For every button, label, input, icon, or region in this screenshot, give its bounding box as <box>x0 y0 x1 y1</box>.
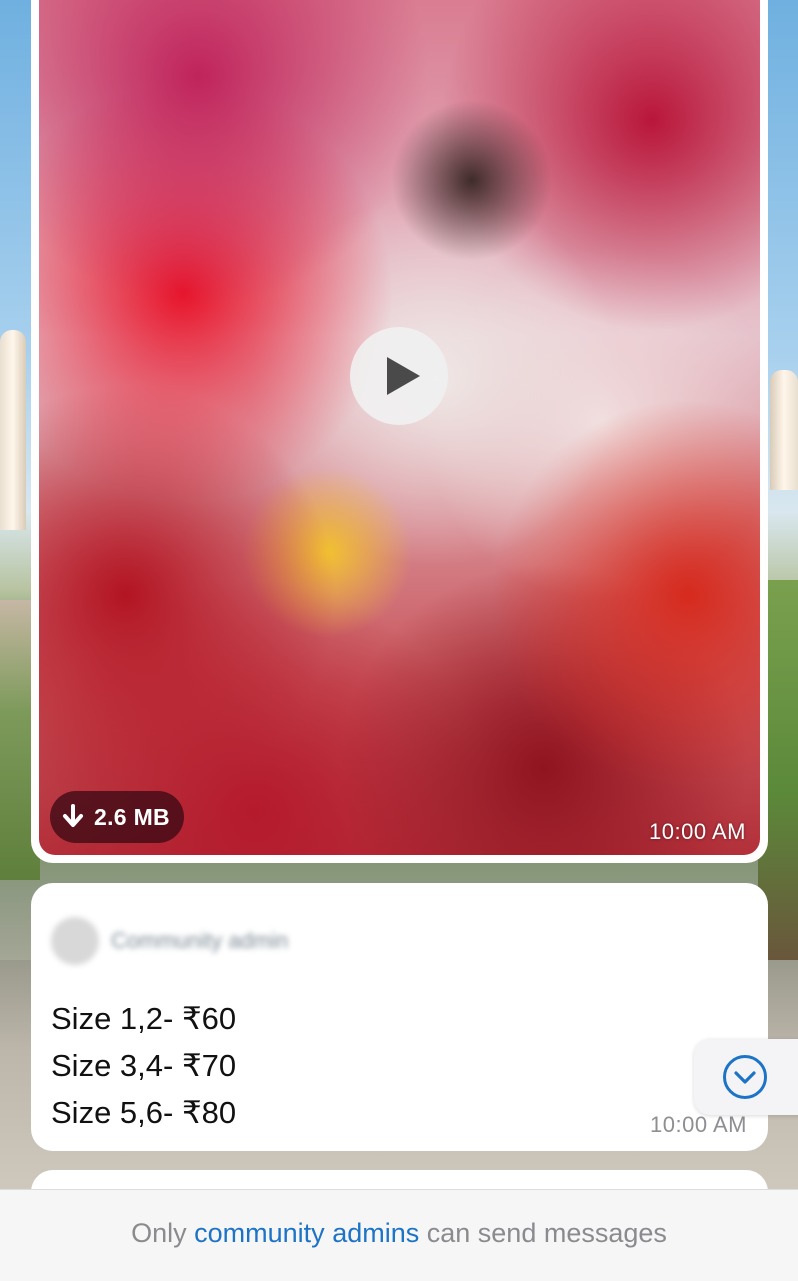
message-timestamp: 10:00 AM <box>650 1112 747 1137</box>
footer-prefix: Only <box>131 1217 187 1248</box>
footer-notice: Only community admins can send messages <box>131 1218 667 1249</box>
message-line: Size 3,4- ₹70 <box>51 1048 237 1083</box>
video-timestamp: 10:00 AM <box>649 819 746 844</box>
text-message-bubble[interactable]: Community admin Size 1,2- ₹60 Size 3,4- … <box>31 883 768 1151</box>
sender-name: Community admin <box>111 928 289 953</box>
wallpaper-minaret <box>0 330 26 530</box>
sender-row: Community admin <box>51 911 748 971</box>
play-icon <box>386 357 420 395</box>
video-thumbnail[interactable]: 2.6 MB 10:00 AM <box>39 0 760 855</box>
wallpaper-minaret <box>770 370 798 490</box>
download-video-button[interactable]: 2.6 MB <box>50 791 184 843</box>
download-arrow-icon <box>63 804 83 827</box>
chevron-down-circle-icon <box>723 1055 767 1099</box>
scroll-to-bottom-button[interactable] <box>694 1039 798 1115</box>
sender-avatar <box>51 917 99 965</box>
message-line: Size 5,6- ₹80 <box>51 1095 237 1130</box>
community-admins-link[interactable]: community admins <box>194 1218 419 1248</box>
video-file-size: 2.6 MB <box>94 803 170 830</box>
footer-suffix: can send messages <box>426 1217 667 1248</box>
message-line: Size 1,2- ₹60 <box>51 1001 237 1036</box>
message-body: Size 1,2- ₹60 Size 3,4- ₹70 Size 5,6- ₹8… <box>51 995 748 1136</box>
play-button[interactable] <box>350 327 448 425</box>
footer-bar: Only community admins can send messages <box>0 1189 798 1281</box>
video-message-bubble[interactable]: 2.6 MB 10:00 AM <box>31 0 768 863</box>
